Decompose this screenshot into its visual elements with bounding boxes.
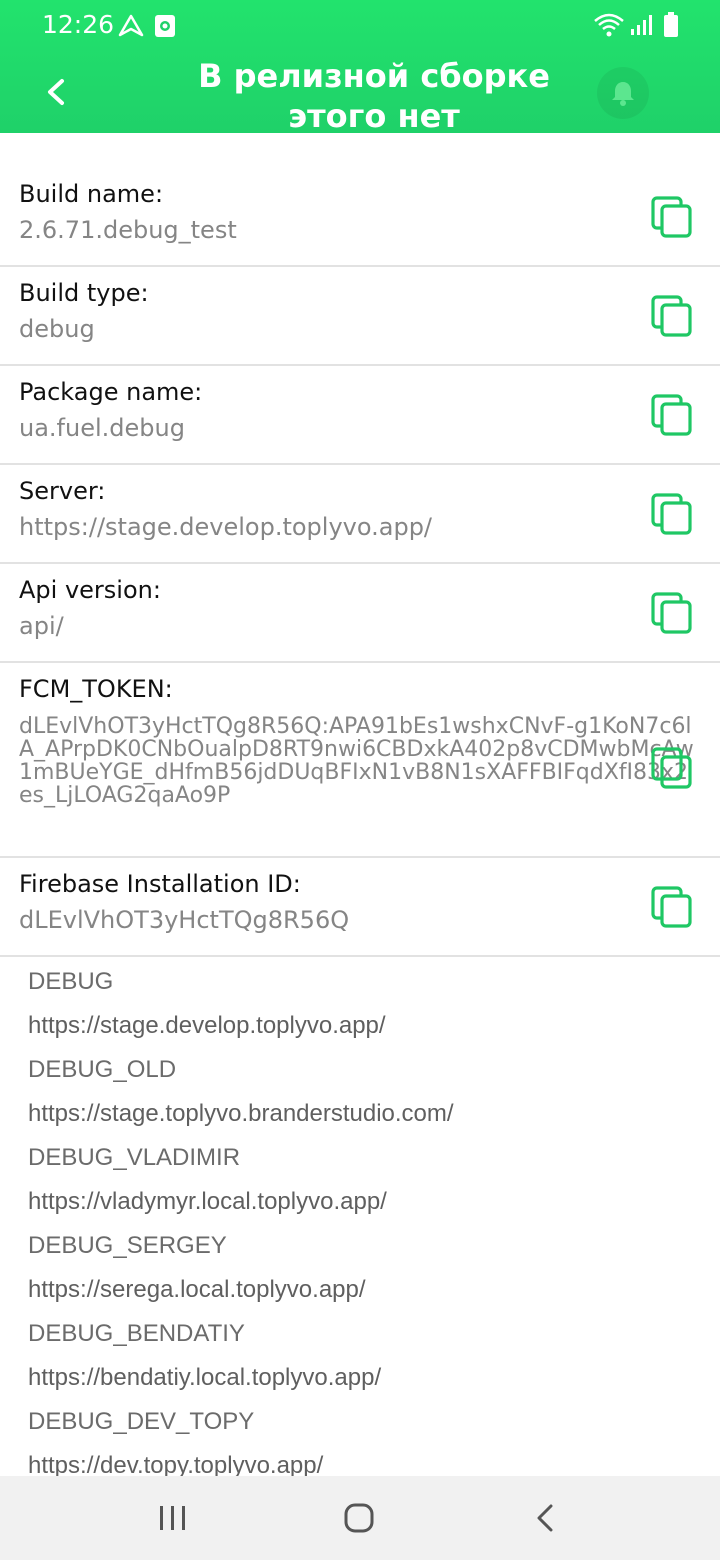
system-back-button[interactable] [526, 1498, 566, 1538]
recent-apps-button[interactable] [152, 1498, 192, 1538]
server-name: DEBUG_SERGEY [28, 1232, 227, 1259]
server-option-debug[interactable]: DEBUG https://stage.develop.toplyvo.app/ [28, 960, 708, 1048]
row-value: dLEvlVhOT3yHctTQg8R56Q:APA91bEs1wshxCNvF… [19, 714, 694, 808]
row-value: 2.6.71.debug_test [19, 216, 237, 244]
server-option-debug-bendatiy[interactable]: DEBUG_BENDATIY https://bendatiy.local.to… [28, 1312, 708, 1400]
chevron-left-icon [48, 79, 64, 105]
nav-arrow-icon [118, 14, 144, 42]
server-url: https://vladymyr.local.toplyvo.app/ [28, 1188, 387, 1215]
home-icon [344, 1503, 374, 1533]
copy-server-button[interactable] [650, 492, 694, 536]
status-bar: 12:26 [0, 0, 720, 52]
firebase-installation-id-row: Firebase Installation ID: dLEvlVhOT3yHct… [0, 858, 720, 957]
row-value: dLEvlVhOT3yHctTQg8R56Q [19, 906, 350, 934]
copy-icon [651, 885, 692, 928]
fcm-token-row: FCM_TOKEN: dLEvlVhOT3yHctTQg8R56Q:APA91b… [0, 663, 720, 858]
wifi-icon [593, 12, 625, 42]
server-name: DEBUG_OLD [28, 1056, 177, 1083]
copy-fcm-token-button[interactable] [650, 746, 694, 790]
copy-firebase-id-button[interactable] [650, 885, 694, 929]
home-button[interactable] [339, 1498, 379, 1538]
copy-icon [651, 591, 692, 634]
copy-icon [651, 195, 692, 238]
server-option-debug-dev-topy[interactable]: DEBUG_DEV_TOPY https://dev.topy.toplyvo.… [28, 1400, 708, 1488]
battery-icon [663, 12, 679, 42]
server-name: DEBUG_DEV_TOPY [28, 1408, 255, 1435]
row-label: Server: [19, 477, 106, 505]
copy-icon [651, 746, 692, 789]
recent-apps-icon [160, 1506, 185, 1530]
row-label: FCM_TOKEN: [19, 675, 173, 703]
row-value: https://stage.develop.toplyvo.app/ [19, 513, 433, 541]
copy-icon [651, 393, 692, 436]
row-label: Build type: [19, 279, 149, 307]
signal-icon [630, 14, 652, 40]
row-value: ua.fuel.debug [19, 414, 185, 442]
server-name: DEBUG_VLADIMIR [28, 1144, 241, 1171]
package-name-row: Package name: ua.fuel.debug [0, 366, 720, 465]
back-icon [537, 1504, 553, 1532]
row-label: Build name: [19, 180, 164, 208]
server-option-debug-sergey[interactable]: DEBUG_SERGEY https://serega.local.toplyv… [28, 1224, 708, 1312]
server-url: https://stage.toplyvo.branderstudio.com/ [28, 1100, 454, 1127]
server-option-debug-vladimir[interactable]: DEBUG_VLADIMIR https://vladymyr.local.to… [28, 1136, 708, 1224]
build-type-row: Build type: debug [0, 267, 720, 366]
server-list: DEBUG https://stage.develop.toplyvo.app/… [28, 960, 708, 1488]
back-button[interactable] [36, 72, 76, 112]
copy-api-version-button[interactable] [650, 591, 694, 635]
build-info-list: Build name: 2.6.71.debug_test Build type… [0, 168, 720, 957]
server-url: https://serega.local.toplyvo.app/ [28, 1276, 366, 1303]
notifications-button[interactable] [597, 67, 649, 119]
server-url: https://stage.develop.toplyvo.app/ [28, 1012, 386, 1039]
copy-icon [651, 492, 692, 535]
bell-icon [612, 82, 634, 106]
server-name: DEBUG [28, 968, 114, 995]
app-header: 12:26 В релизной сборке этого нет [0, 0, 720, 135]
copy-build-type-button[interactable] [650, 294, 694, 338]
copy-icon [651, 294, 692, 337]
server-name: DEBUG_BENDATIY [28, 1320, 245, 1347]
build-name-row: Build name: 2.6.71.debug_test [0, 168, 720, 267]
row-label: Api version: [19, 576, 161, 604]
row-value: debug [19, 315, 95, 343]
row-value: api/ [19, 612, 64, 640]
server-option-debug-old[interactable]: DEBUG_OLD https://stage.toplyvo.branders… [28, 1048, 708, 1136]
copy-build-name-button[interactable] [650, 195, 694, 239]
row-label: Firebase Installation ID: [19, 870, 301, 898]
server-row: Server: https://stage.develop.toplyvo.ap… [0, 465, 720, 564]
status-time: 12:26 [42, 10, 115, 39]
screen-record-icon [154, 14, 176, 42]
api-version-row: Api version: api/ [0, 564, 720, 663]
row-label: Package name: [19, 378, 203, 406]
server-url: https://bendatiy.local.toplyvo.app/ [28, 1364, 382, 1391]
system-nav-bar [0, 1476, 720, 1560]
copy-package-name-button[interactable] [650, 393, 694, 437]
page-title: В релизной сборке этого нет [198, 57, 550, 135]
